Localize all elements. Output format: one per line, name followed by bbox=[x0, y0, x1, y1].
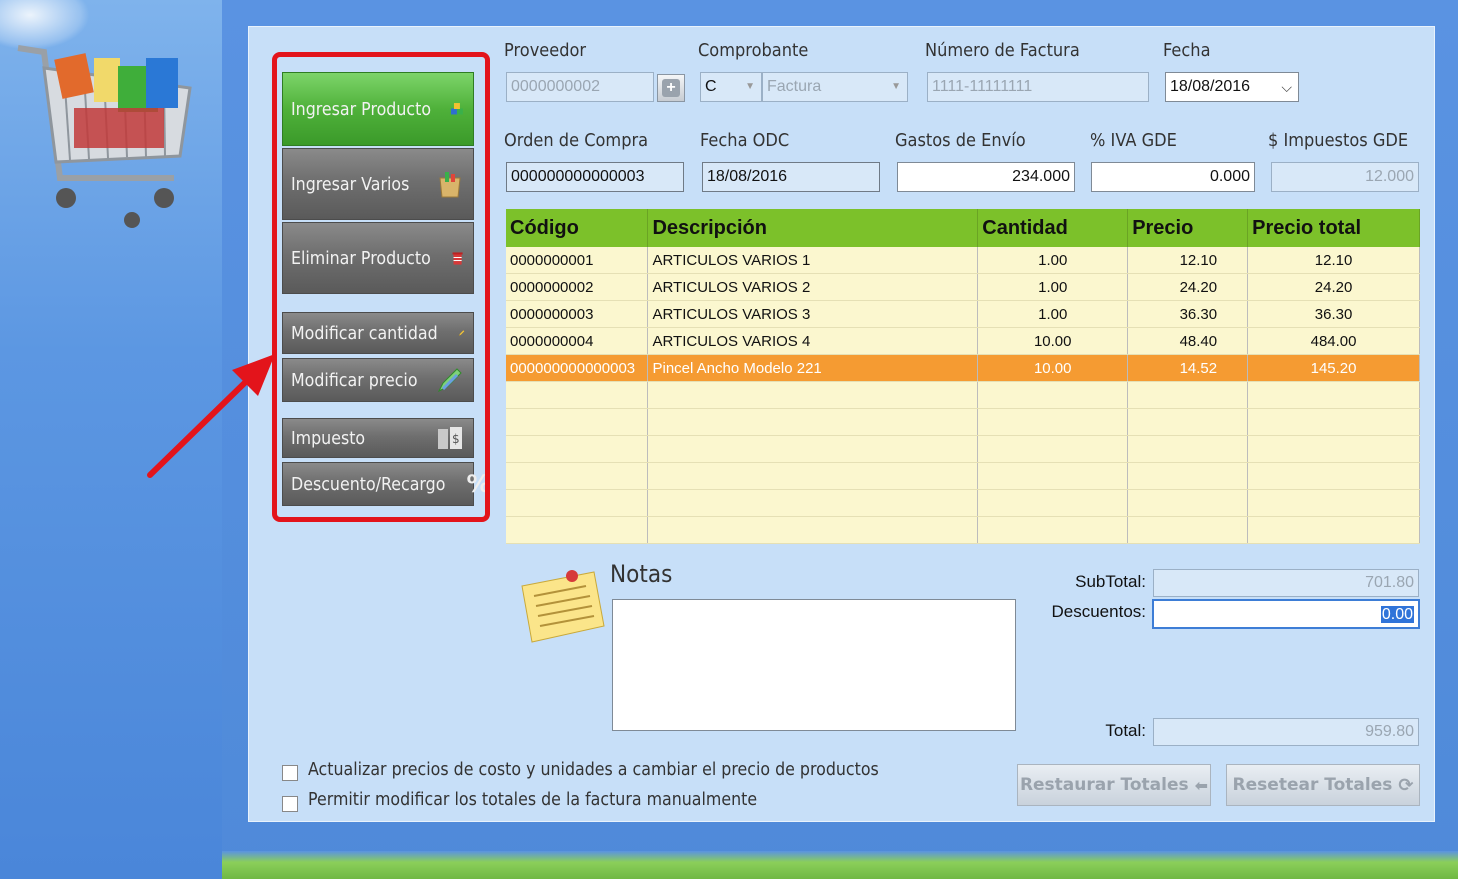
grass-decoration bbox=[222, 851, 1458, 879]
chevron-down-icon: ▼ bbox=[745, 81, 755, 92]
table-row[interactable]: 0000000003 ARTICULOS VARIOS 3 1.00 36.30… bbox=[506, 300, 1420, 328]
table-row-empty[interactable] bbox=[506, 516, 1420, 544]
chevron-down-icon: ⌵ bbox=[1281, 79, 1292, 95]
column-header[interactable]: Precio total bbox=[1247, 209, 1420, 247]
cell-descripcion: ARTICULOS VARIOS 1 bbox=[647, 247, 979, 274]
proveedor-label: Proveedor bbox=[504, 40, 587, 61]
cell-cantidad: 1.00 bbox=[977, 273, 1129, 301]
iva-gde-field[interactable]: 0.000 bbox=[1091, 162, 1255, 192]
products-table[interactable]: Código Descripción Cantidad Precio Preci… bbox=[506, 209, 1420, 544]
column-header[interactable]: Código bbox=[506, 209, 649, 247]
chevron-down-icon: ▼ bbox=[891, 81, 901, 92]
descuentos-field[interactable]: 0.00 bbox=[1152, 599, 1420, 629]
cell-codigo: 0000000003 bbox=[506, 300, 649, 328]
proveedor-field[interactable]: 0000000002 bbox=[506, 72, 654, 102]
cell-descripcion: ARTICULOS VARIOS 4 bbox=[647, 327, 979, 355]
refresh-icon: ⟳ bbox=[1398, 774, 1414, 796]
orden-compra-label: Orden de Compra bbox=[504, 130, 649, 151]
total-field[interactable]: 959.80 bbox=[1153, 718, 1419, 746]
comprobante-tipo-select[interactable]: Factura ▼ bbox=[762, 72, 908, 102]
subtotal-field[interactable]: 701.80 bbox=[1153, 569, 1419, 597]
cell-cantidad: 10.00 bbox=[977, 354, 1129, 382]
iva-gde-label: % IVA GDE bbox=[1090, 130, 1177, 151]
cell-cantidad: 10.00 bbox=[977, 327, 1129, 355]
cell-codigo: 0000000004 bbox=[506, 327, 649, 355]
notas-textarea[interactable] bbox=[612, 599, 1016, 731]
table-row-empty[interactable] bbox=[506, 489, 1420, 517]
cell-precio: 12.10 bbox=[1127, 247, 1249, 274]
impuestos-gde-field[interactable]: 12.000 bbox=[1271, 162, 1419, 192]
cell-cantidad: 1.00 bbox=[977, 247, 1129, 274]
cell-descripcion: ARTICULOS VARIOS 3 bbox=[647, 300, 979, 328]
arrow-left-icon: ⬅ bbox=[1194, 775, 1209, 795]
comprobante-label: Comprobante bbox=[698, 40, 809, 61]
cell-precio: 14.52 bbox=[1127, 354, 1249, 382]
cell-descripcion: ARTICULOS VARIOS 2 bbox=[647, 273, 979, 301]
cell-precio: 36.30 bbox=[1127, 300, 1249, 328]
restaurar-totales-button[interactable]: Restaurar Totales ⬅ bbox=[1017, 764, 1211, 806]
sticky-note-icon bbox=[521, 570, 605, 643]
fecha-picker[interactable]: 18/08/2016 ⌵ bbox=[1165, 72, 1299, 102]
cell-precio: 24.20 bbox=[1127, 273, 1249, 301]
table-row-empty[interactable] bbox=[506, 381, 1420, 409]
permitir-modificar-label: Permitir modificar los totales de la fac… bbox=[308, 789, 758, 810]
resetear-totales-button[interactable]: Resetear Totales ⟳ bbox=[1226, 764, 1420, 806]
cell-codigo: 0000000002 bbox=[506, 273, 649, 301]
table-row-empty[interactable] bbox=[506, 435, 1420, 463]
gastos-envio-field[interactable]: 234.000 bbox=[897, 162, 1075, 192]
fecha-value: 18/08/2016 bbox=[1170, 78, 1251, 95]
highlight-frame bbox=[272, 52, 490, 522]
descuentos-value: 0.00 bbox=[1380, 606, 1414, 623]
table-header: Código Descripción Cantidad Precio Preci… bbox=[506, 209, 1420, 247]
gastos-envio-label: Gastos de Envío bbox=[895, 130, 1026, 151]
column-header[interactable]: Cantidad bbox=[977, 209, 1129, 247]
numero-factura-label: Número de Factura bbox=[925, 40, 1080, 61]
cell-cantidad: 1.00 bbox=[977, 300, 1129, 328]
column-header[interactable]: Descripción bbox=[647, 209, 979, 247]
fecha-label: Fecha bbox=[1163, 40, 1211, 61]
comprobante-letra-select[interactable]: C ▼ bbox=[700, 72, 762, 102]
table-row-empty[interactable] bbox=[506, 462, 1420, 490]
column-header[interactable]: Precio bbox=[1127, 209, 1249, 247]
subtotal-label: SubTotal: bbox=[1075, 572, 1146, 591]
comprobante-tipo-value: Factura bbox=[767, 78, 822, 95]
red-arrow-icon bbox=[147, 354, 275, 478]
plus-icon: + bbox=[662, 79, 680, 97]
cell-precio-total: 484.00 bbox=[1247, 327, 1420, 355]
table-row-empty[interactable] bbox=[506, 408, 1420, 436]
impuestos-gde-label: $ Impuestos GDE bbox=[1268, 130, 1409, 151]
total-label: Total: bbox=[1105, 721, 1146, 740]
cell-descripcion: Pincel Ancho Modelo 221 bbox=[647, 354, 979, 382]
fecha-odc-field[interactable]: 18/08/2016 bbox=[702, 162, 880, 192]
table-row[interactable]: 0000000001 ARTICULOS VARIOS 1 1.00 12.10… bbox=[506, 247, 1420, 274]
button-label: Resetear Totales bbox=[1232, 775, 1393, 795]
cell-precio-total: 12.10 bbox=[1247, 247, 1420, 274]
notas-label: Notas bbox=[610, 560, 673, 588]
table-row[interactable]: 0000000002 ARTICULOS VARIOS 2 1.00 24.20… bbox=[506, 273, 1420, 301]
cell-codigo: 0000000001 bbox=[506, 247, 649, 274]
descuentos-label: Descuentos: bbox=[1051, 602, 1147, 621]
add-proveedor-button[interactable]: + bbox=[657, 74, 685, 102]
table-row-selected[interactable]: 000000000000003 Pincel Ancho Modelo 221 … bbox=[506, 354, 1420, 382]
cell-precio-total: 36.30 bbox=[1247, 300, 1420, 328]
actualizar-precios-checkbox[interactable] bbox=[282, 765, 298, 781]
permitir-modificar-checkbox[interactable] bbox=[282, 796, 298, 812]
shopping-cart-icon bbox=[17, 45, 192, 228]
comprobante-letra-value: C bbox=[705, 78, 717, 95]
fecha-odc-label: Fecha ODC bbox=[700, 130, 790, 151]
numero-factura-field[interactable]: 1111-11111111 bbox=[927, 72, 1149, 102]
table-row[interactable]: 0000000004 ARTICULOS VARIOS 4 10.00 48.4… bbox=[506, 327, 1420, 355]
cell-precio-total: 145.20 bbox=[1247, 354, 1420, 382]
cell-codigo: 000000000000003 bbox=[506, 354, 649, 382]
cell-precio-total: 24.20 bbox=[1247, 273, 1420, 301]
orden-compra-field[interactable]: 000000000000003 bbox=[506, 162, 684, 192]
button-label: Restaurar Totales bbox=[1019, 775, 1189, 795]
cell-precio: 48.40 bbox=[1127, 327, 1249, 355]
actualizar-precios-label: Actualizar precios de costo y unidades a… bbox=[308, 759, 879, 780]
